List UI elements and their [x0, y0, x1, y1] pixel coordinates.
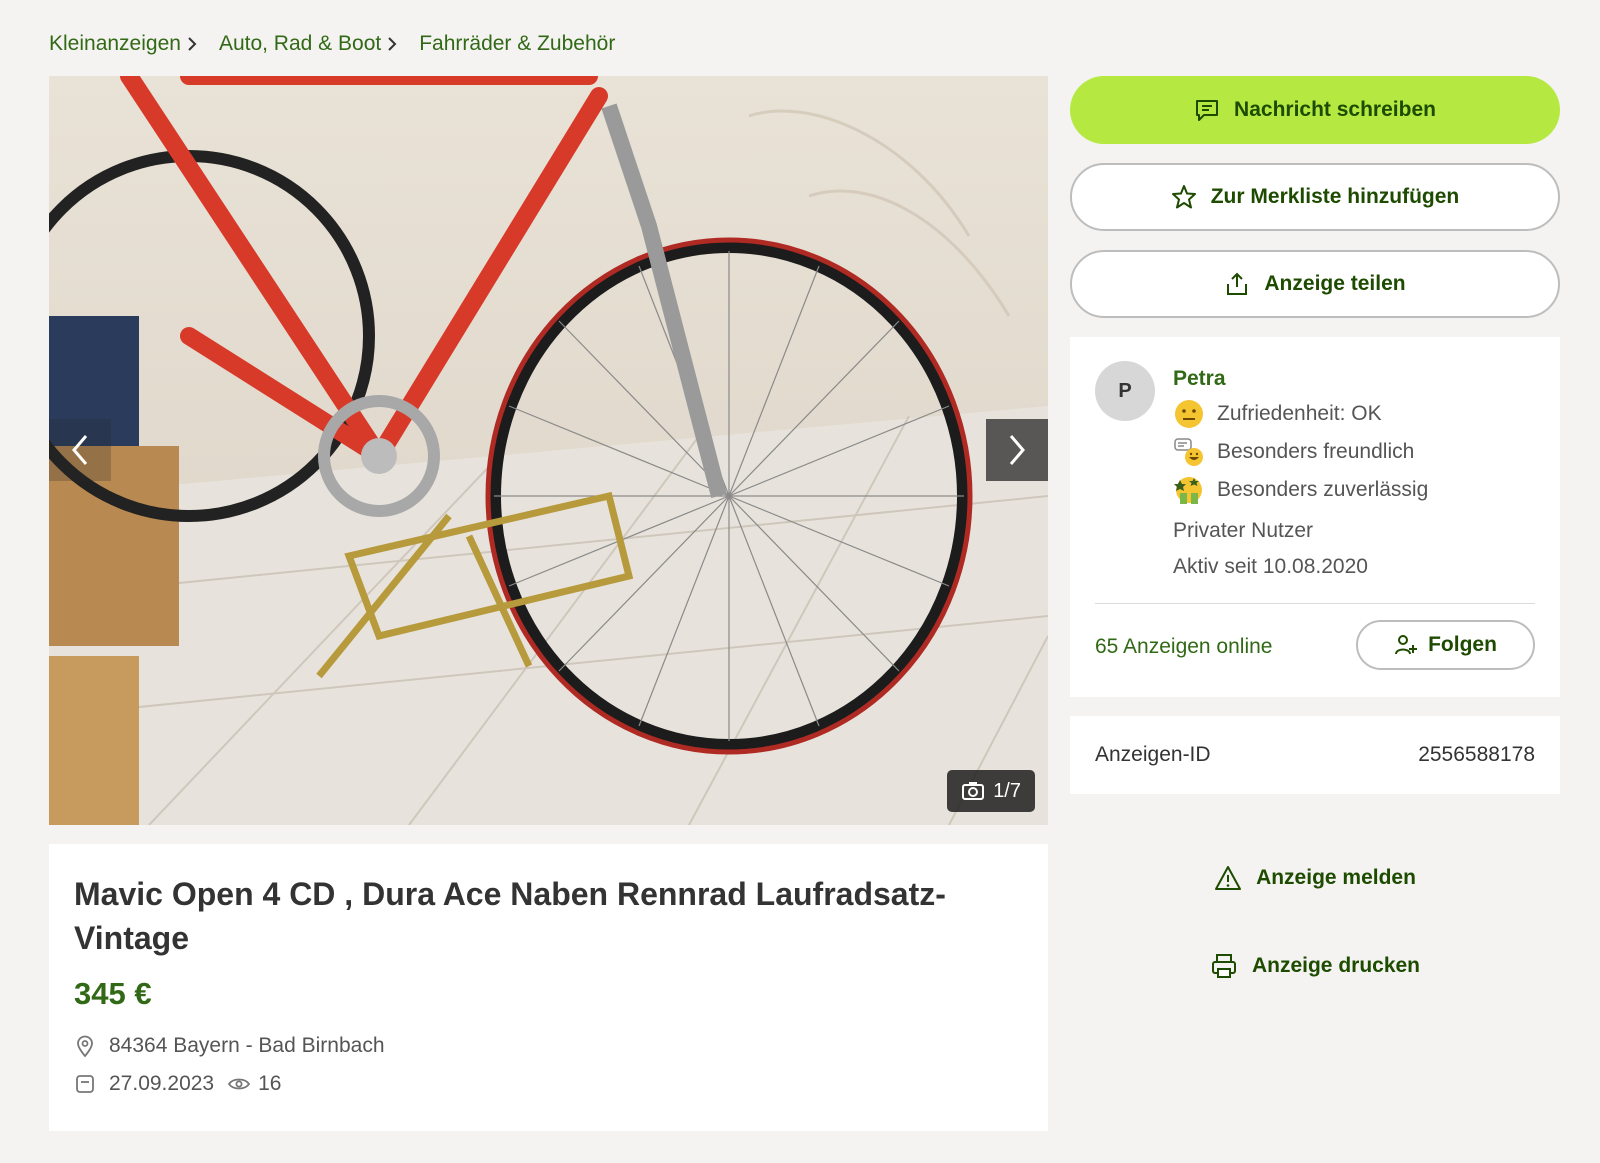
views-count: 16: [228, 1072, 281, 1096]
listing-location: 84364 Bayern - Bad Birnbach: [109, 1034, 385, 1057]
watchlist-button[interactable]: Zur Merkliste hinzufügen: [1070, 163, 1560, 231]
views-label: 16: [258, 1072, 282, 1095]
share-icon: [1224, 271, 1250, 297]
badge-satisfaction: Zufriedenheit: OK: [1173, 399, 1428, 429]
eye-icon: [228, 1073, 251, 1095]
calendar-icon: [74, 1073, 96, 1095]
location-pin-icon: [74, 1035, 96, 1057]
camera-icon: [962, 782, 985, 800]
listing-price: 345 €: [74, 976, 152, 1011]
badge-label: Besonders zuverlässig: [1217, 478, 1429, 501]
report-ad-label: Anzeige melden: [1256, 866, 1416, 889]
listing-photo: [49, 76, 1048, 825]
seller-active-since: Aktiv seit 10.08.2020: [1173, 555, 1368, 578]
message-button[interactable]: Nachricht schreiben: [1070, 76, 1560, 144]
ad-id-value: 2556588178: [1418, 743, 1535, 766]
date-row: 27.09.2023 16: [74, 1072, 1023, 1096]
report-ad-button[interactable]: Anzeige melden: [1070, 864, 1560, 892]
follow-button[interactable]: Folgen: [1356, 620, 1535, 670]
share-button-label: Anzeige teilen: [1264, 272, 1406, 295]
seller-ads-online-link[interactable]: 65 Anzeigen online: [1095, 635, 1273, 659]
badge-label: Zufriedenheit: OK: [1217, 402, 1382, 425]
message-icon: [1194, 97, 1220, 123]
star-icon: [1171, 184, 1197, 210]
ad-id-card: Anzeigen-ID 2556588178: [1070, 716, 1560, 794]
watchlist-button-label: Zur Merkliste hinzufügen: [1210, 185, 1460, 208]
breadcrumb-item-fahrraeder[interactable]: Fahrräder & Zubehör: [419, 32, 615, 56]
print-ad-button[interactable]: Anzeige drucken: [1070, 952, 1560, 980]
chevron-right-icon: [388, 37, 397, 51]
add-user-icon: [1395, 635, 1418, 655]
avatar[interactable]: P: [1095, 361, 1155, 421]
seller-info: Petra Zufriedenheit: OK Besonders freund…: [1173, 367, 1428, 579]
image-gallery[interactable]: 1/7: [49, 76, 1048, 825]
message-button-label: Nachricht schreiben: [1234, 98, 1436, 121]
badge-label: Besonders freundlich: [1217, 440, 1415, 463]
sidebar: Nachricht schreiben Zur Merkliste hinzuf…: [1070, 76, 1560, 980]
listing-info-card: Mavic Open 4 CD , Dura Ace Naben Rennrad…: [49, 844, 1048, 1131]
chevron-right-icon: [188, 37, 197, 51]
breadcrumb-label: Auto, Rad & Boot: [218, 32, 382, 55]
breadcrumb-label: Kleinanzeigen: [49, 32, 181, 55]
chevron-left-icon: [72, 435, 88, 465]
ad-id-label: Anzeigen-ID: [1095, 743, 1211, 766]
gallery-prev-button[interactable]: [49, 419, 111, 481]
print-ad-label: Anzeige drucken: [1251, 954, 1421, 977]
breadcrumb-item-kleinanzeigen[interactable]: Kleinanzeigen: [49, 32, 197, 56]
gallery-next-button[interactable]: [986, 419, 1048, 481]
friendly-chat-icon: [1174, 438, 1203, 466]
image-counter[interactable]: 1/7: [947, 770, 1035, 812]
printer-icon: [1210, 952, 1238, 980]
listing-title: Mavic Open 4 CD , Dura Ace Naben Rennrad…: [74, 876, 946, 956]
breadcrumb-label: Fahrräder & Zubehör: [419, 32, 616, 55]
warning-icon: [1214, 864, 1242, 892]
seller-name[interactable]: Petra: [1173, 367, 1428, 391]
seller-type: Privater Nutzer: [1173, 519, 1314, 542]
neutral-face-icon: [1175, 400, 1203, 428]
location-row: 84364 Bayern - Bad Birnbach: [74, 1034, 1023, 1058]
image-counter-label: 1/7: [993, 779, 1021, 802]
chevron-right-icon: [1009, 435, 1025, 465]
badge-reliable: Besonders zuverlässig: [1173, 475, 1428, 505]
share-button[interactable]: Anzeige teilen: [1070, 250, 1560, 318]
follow-button-label: Folgen: [1428, 633, 1497, 656]
badge-friendly: Besonders freundlich: [1173, 437, 1428, 467]
breadcrumb: Kleinanzeigen Auto, Rad & Boot Fahrräder…: [49, 32, 615, 56]
seller-card: P Petra Zufriedenheit: OK Besonders freu…: [1070, 337, 1560, 697]
listing-date: 27.09.2023: [109, 1072, 215, 1095]
breadcrumb-item-auto-rad-boot[interactable]: Auto, Rad & Boot: [219, 32, 397, 56]
reliable-thumbs-icon: [1174, 477, 1202, 504]
divider: [1095, 603, 1535, 604]
